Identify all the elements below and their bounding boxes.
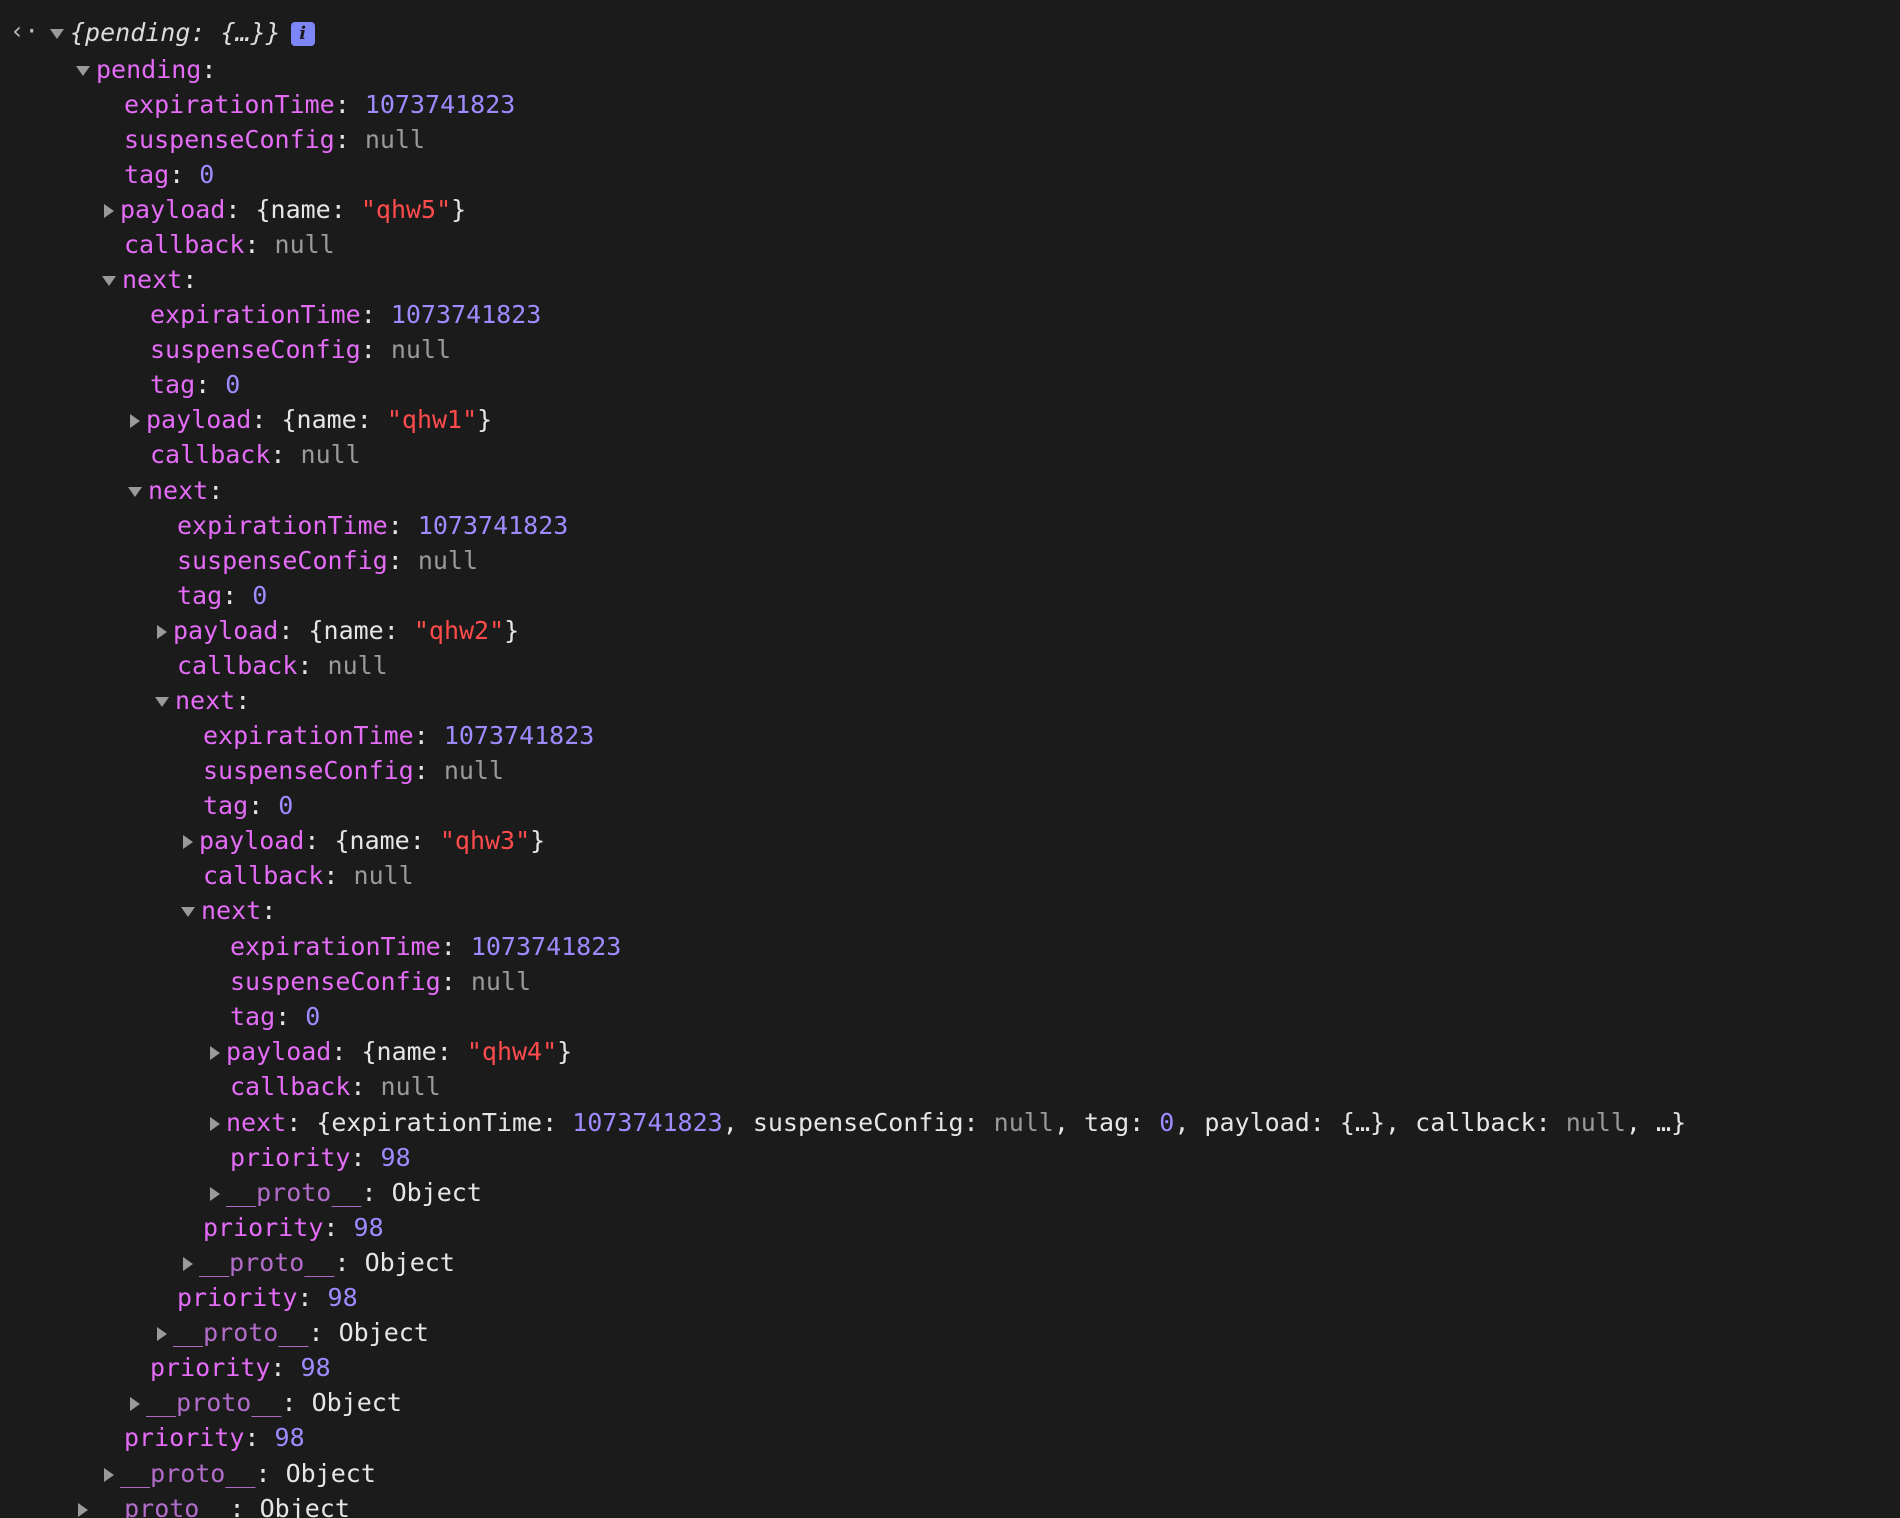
proto-row[interactable]: __proto__: Object — [183, 1245, 455, 1280]
next-row[interactable]: next: — [102, 262, 197, 297]
next-row[interactable]: next: — [155, 683, 250, 718]
devtools-console: ‹· {pending: {…}} i pending: expirationTi… — [0, 0, 1900, 1518]
prop-row: priority: 98 — [230, 1143, 411, 1172]
expand-triangle-icon[interactable] — [50, 29, 64, 39]
prop-row: expirationTime: 1073741823 — [177, 511, 569, 540]
prop-row: expirationTime: 1073741823 — [124, 90, 516, 119]
payload-row[interactable]: payload: {name: "qhw2"} — [157, 613, 519, 648]
prop-row: callback: null — [150, 440, 361, 469]
proto-row[interactable]: __proto__: Object — [78, 1491, 350, 1518]
expand-triangle-icon[interactable] — [104, 1468, 114, 1482]
root-summary: {pending: {…}} — [70, 18, 281, 47]
expand-triangle-icon[interactable] — [104, 204, 114, 218]
prop-row: expirationTime: 1073741823 — [230, 932, 622, 961]
proto-row[interactable]: __proto__: Object — [157, 1315, 429, 1350]
expand-triangle-icon[interactable] — [78, 1503, 88, 1517]
proto-row[interactable]: __proto__: Object — [210, 1175, 482, 1210]
prop-row: tag: 0 — [177, 581, 268, 610]
payload-row[interactable]: payload: {name: "qhw3"} — [183, 823, 545, 858]
prop-row: callback: null — [203, 861, 414, 890]
prop-row: suspenseConfig: null — [150, 335, 452, 364]
expand-triangle-icon[interactable] — [130, 414, 140, 428]
expand-triangle-icon[interactable] — [210, 1187, 220, 1201]
expand-triangle-icon[interactable] — [181, 907, 195, 917]
prop-row: expirationTime: 1073741823 — [203, 721, 595, 750]
prop-row: callback: null — [177, 651, 388, 680]
expand-triangle-icon[interactable] — [102, 276, 116, 286]
expand-triangle-icon[interactable] — [183, 835, 193, 849]
prop-row: tag: 0 — [230, 1002, 321, 1031]
prop-row: suspenseConfig: null — [124, 125, 426, 154]
result-arrow-icon: ‹· — [10, 17, 39, 45]
expand-triangle-icon[interactable] — [130, 1397, 140, 1411]
expand-triangle-icon[interactable] — [128, 487, 142, 497]
pending-row[interactable]: pending: — [76, 52, 216, 87]
prop-row: callback: null — [230, 1072, 441, 1101]
prop-row: priority: 98 — [124, 1423, 305, 1452]
prop-row: tag: 0 — [203, 791, 294, 820]
prop-row: tag: 0 — [150, 370, 241, 399]
next-row[interactable]: next: — [128, 473, 223, 508]
next-collapsed-row[interactable]: next: {expirationTime: 1073741823, suspe… — [210, 1105, 1686, 1140]
expand-triangle-icon[interactable] — [157, 1327, 167, 1341]
proto-row[interactable]: __proto__: Object — [130, 1385, 402, 1420]
payload-row[interactable]: payload: {name: "qhw5"} — [104, 192, 466, 227]
prop-row: priority: 98 — [177, 1283, 358, 1312]
payload-row[interactable]: payload: {name: "qhw1"} — [130, 402, 492, 437]
proto-row[interactable]: __proto__: Object — [104, 1456, 376, 1491]
payload-row[interactable]: payload: {name: "qhw4"} — [210, 1034, 572, 1069]
expand-triangle-icon[interactable] — [183, 1257, 193, 1271]
prop-row: suspenseConfig: null — [230, 967, 532, 996]
prop-row: priority: 98 — [203, 1213, 384, 1242]
prop-row: callback: null — [124, 230, 335, 259]
expand-triangle-icon[interactable] — [157, 625, 167, 639]
expand-triangle-icon[interactable] — [210, 1117, 220, 1131]
expand-triangle-icon[interactable] — [76, 66, 90, 76]
prop-row: priority: 98 — [150, 1353, 331, 1382]
prop-row: expirationTime: 1073741823 — [150, 300, 542, 329]
prop-row: tag: 0 — [124, 160, 215, 189]
prop-row: suspenseConfig: null — [177, 546, 479, 575]
expand-triangle-icon[interactable] — [210, 1046, 220, 1060]
prop-row: suspenseConfig: null — [203, 756, 505, 785]
next-row[interactable]: next: — [181, 893, 276, 928]
expand-triangle-icon[interactable] — [155, 697, 169, 707]
root-object-row[interactable]: {pending: {…}} i — [50, 15, 315, 50]
info-icon[interactable]: i — [290, 22, 315, 46]
